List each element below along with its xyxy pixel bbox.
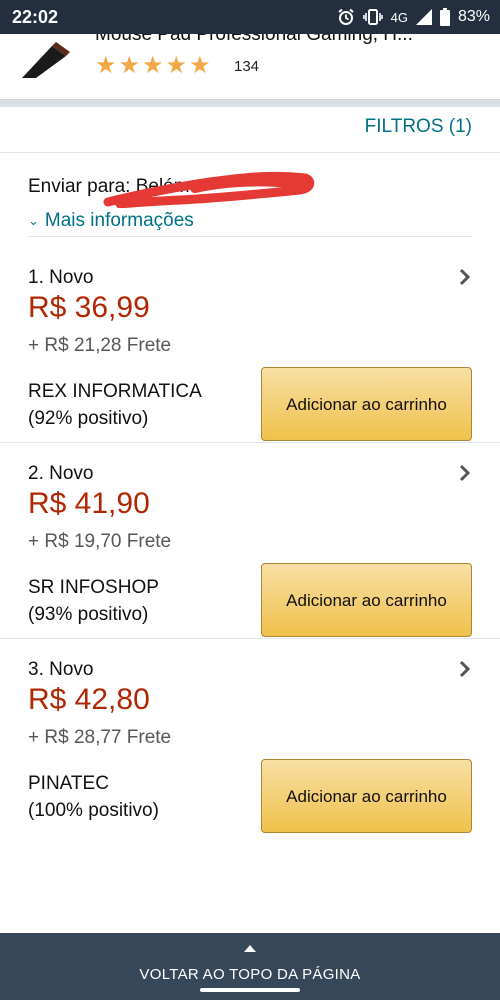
chevron-down-icon: ⌄ bbox=[28, 213, 39, 228]
more-info-label: Mais informações bbox=[44, 210, 194, 231]
add-to-cart-button[interactable]: Adicionar ao carrinho bbox=[261, 367, 472, 441]
back-to-top-label: VOLTAR AO TOPO DA PÁGINA bbox=[139, 966, 361, 983]
seller-name[interactable]: PINATEC bbox=[28, 773, 109, 795]
chevron-right-icon[interactable] bbox=[458, 463, 472, 483]
chevron-right-icon[interactable] bbox=[458, 659, 472, 679]
more-info-toggle[interactable]: ⌄ Mais informações bbox=[28, 210, 194, 232]
seller-name[interactable]: SR INFOSHOP bbox=[28, 577, 159, 599]
review-count[interactable]: 134 bbox=[234, 58, 259, 75]
status-bar: 22:02 4G 83% bbox=[0, 0, 500, 34]
status-time: 22:02 bbox=[12, 6, 59, 27]
seller-rating: (100% positivo) bbox=[28, 800, 159, 821]
product-image[interactable] bbox=[22, 38, 78, 78]
battery-icon bbox=[439, 8, 450, 26]
offer-condition: 2. Novo bbox=[28, 463, 94, 484]
star-icon: ★ bbox=[165, 52, 188, 79]
offer-condition: 3. Novo bbox=[28, 659, 94, 680]
section-divider bbox=[0, 99, 500, 107]
product-title[interactable]: Mouse Pad Professional Gaming, H... bbox=[95, 34, 455, 46]
filters-link[interactable]: FILTROS (1) bbox=[365, 116, 472, 138]
network-type: 4G bbox=[390, 9, 408, 25]
signal-icon bbox=[415, 9, 432, 25]
add-to-cart-button[interactable]: Adicionar ao carrinho bbox=[261, 563, 472, 637]
offer-price: R$ 41,90 bbox=[28, 487, 150, 520]
rating-stars[interactable]: ★ ★ ★ ★ ★ bbox=[95, 54, 211, 78]
offer-shipping: + R$ 21,28 Frete bbox=[28, 335, 172, 356]
seller-rating: (93% positivo) bbox=[28, 604, 149, 625]
vibrate-icon bbox=[362, 9, 383, 25]
offer-item[interactable]: 3. Novo R$ 42,80 + R$ 28,77 Frete PINATE… bbox=[0, 639, 500, 835]
star-icon: ★ bbox=[142, 52, 164, 79]
offer-item[interactable]: 1. Novo R$ 36,99 + R$ 21,28 Frete REX IN… bbox=[0, 247, 500, 443]
star-icon: ★ bbox=[189, 52, 211, 79]
status-icons: 4G 83% bbox=[337, 8, 490, 26]
seller-rating: (92% positivo) bbox=[28, 408, 149, 429]
offer-price: R$ 36,99 bbox=[28, 291, 150, 324]
product-header[interactable]: Mouse Pad Professional Gaming, H... ★ ★ … bbox=[0, 34, 500, 100]
alarm-icon bbox=[337, 8, 354, 25]
offer-item[interactable]: 2. Novo R$ 41,90 + R$ 19,70 Frete SR INF… bbox=[0, 443, 500, 639]
redaction-scribble bbox=[103, 171, 315, 208]
offer-shipping: + R$ 19,70 Frete bbox=[28, 531, 172, 552]
star-icon: ★ bbox=[95, 52, 117, 79]
add-to-cart-button[interactable]: Adicionar ao carrinho bbox=[261, 759, 472, 833]
chevron-right-icon[interactable] bbox=[458, 267, 472, 287]
seller-name[interactable]: REX INFORMATICA bbox=[28, 381, 202, 403]
product-title-wrap: Mouse Pad Professional Gaming, H... bbox=[95, 34, 455, 46]
star-icon: ★ bbox=[118, 52, 141, 79]
offer-price: R$ 42,80 bbox=[28, 683, 150, 716]
offer-condition: 1. Novo bbox=[28, 267, 94, 288]
divider bbox=[28, 236, 472, 237]
home-indicator[interactable] bbox=[200, 988, 300, 992]
offer-shipping: + R$ 28,77 Frete bbox=[28, 727, 172, 748]
caret-up-icon bbox=[244, 945, 256, 952]
filters-row: FILTROS (1) bbox=[0, 107, 500, 153]
battery-level: 83% bbox=[457, 8, 490, 25]
